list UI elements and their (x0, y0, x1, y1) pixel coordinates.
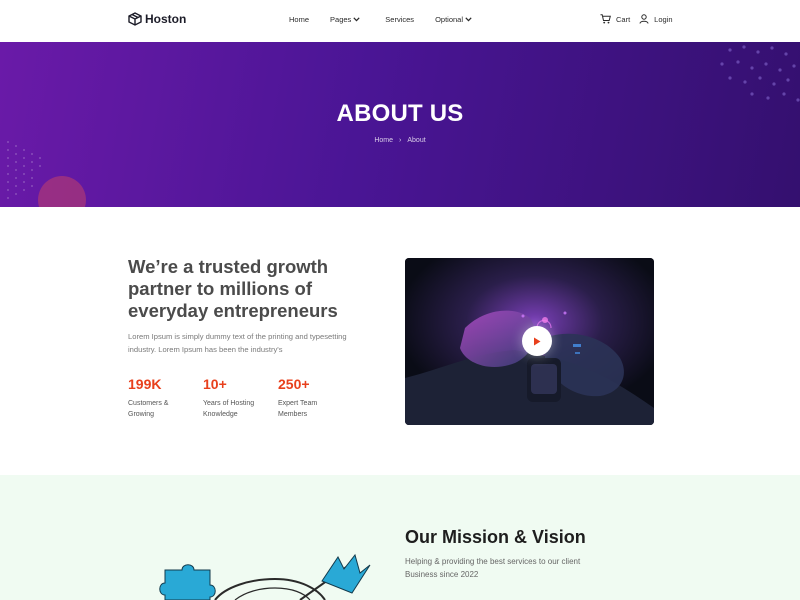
top-navbar: Hoston Home Pages Services Optional Cart… (0, 0, 800, 42)
about-heading: We’re a trusted growth partner to millio… (128, 256, 338, 321)
breadcrumb-home[interactable]: Home (374, 137, 393, 144)
logo-text: Hoston (145, 12, 187, 26)
stat-years: 10+ Years of Hosting Knowledge (203, 376, 278, 420)
page-title: ABOUT US (336, 100, 464, 127)
mission-section: Our Mission & Vision Helping & providing… (0, 475, 800, 600)
cart-label: Cart (616, 14, 631, 24)
stat-label: Customers & Growing (128, 400, 169, 418)
menu-item-label: Home (289, 15, 310, 24)
mission-description: Helping & providing the best services to… (405, 557, 581, 579)
menu-item-label: Services (385, 15, 415, 24)
stat-value: 10+ (203, 376, 227, 392)
cart-icon (600, 14, 611, 24)
main-menu: Home Pages Services Optional (289, 15, 472, 24)
user-icon (639, 14, 649, 24)
stat-team: 250+ Expert Team Members (278, 376, 353, 420)
mission-title: Our Mission & Vision (405, 527, 586, 547)
play-button[interactable] (522, 326, 552, 356)
breadcrumb-current: About (407, 137, 426, 144)
menu-item-services[interactable]: Services (385, 15, 414, 24)
stat-customers: 199K Customers & Growing (128, 376, 203, 420)
breadcrumb-separator: › (399, 137, 402, 144)
login-link[interactable]: Login (639, 14, 673, 24)
login-label: Login (654, 14, 673, 24)
menu-item-home[interactable]: Home (289, 15, 309, 24)
stat-label: Expert Team Members (278, 400, 318, 418)
stats-row: 199K Customers & Growing 10+ Years of Ho… (128, 376, 353, 420)
play-icon (534, 337, 541, 345)
site-logo[interactable]: Hoston (128, 12, 186, 26)
chevron-down-icon (353, 17, 360, 22)
breadcrumb: Home › About (0, 137, 800, 144)
menu-item-label: Pages (330, 15, 352, 24)
video-thumbnail[interactable] (405, 258, 654, 425)
chevron-down-icon (465, 17, 472, 22)
page-hero: ABOUT US Home › About (0, 42, 800, 207)
account-nav: Cart Login (600, 14, 673, 24)
cart-link[interactable]: Cart (600, 14, 630, 24)
menu-item-label: Optional (435, 15, 463, 24)
stat-label: Years of Hosting Knowledge (203, 400, 255, 418)
box-icon (128, 12, 142, 26)
menu-item-pages[interactable]: Pages (330, 15, 360, 24)
mission-illustration (159, 553, 371, 600)
about-description: Lorem Ipsum is simply dummy text of the … (128, 332, 347, 354)
menu-item-optional[interactable]: Optional (435, 15, 472, 24)
stat-value: 199K (128, 376, 162, 392)
stat-value: 250+ (278, 376, 310, 392)
